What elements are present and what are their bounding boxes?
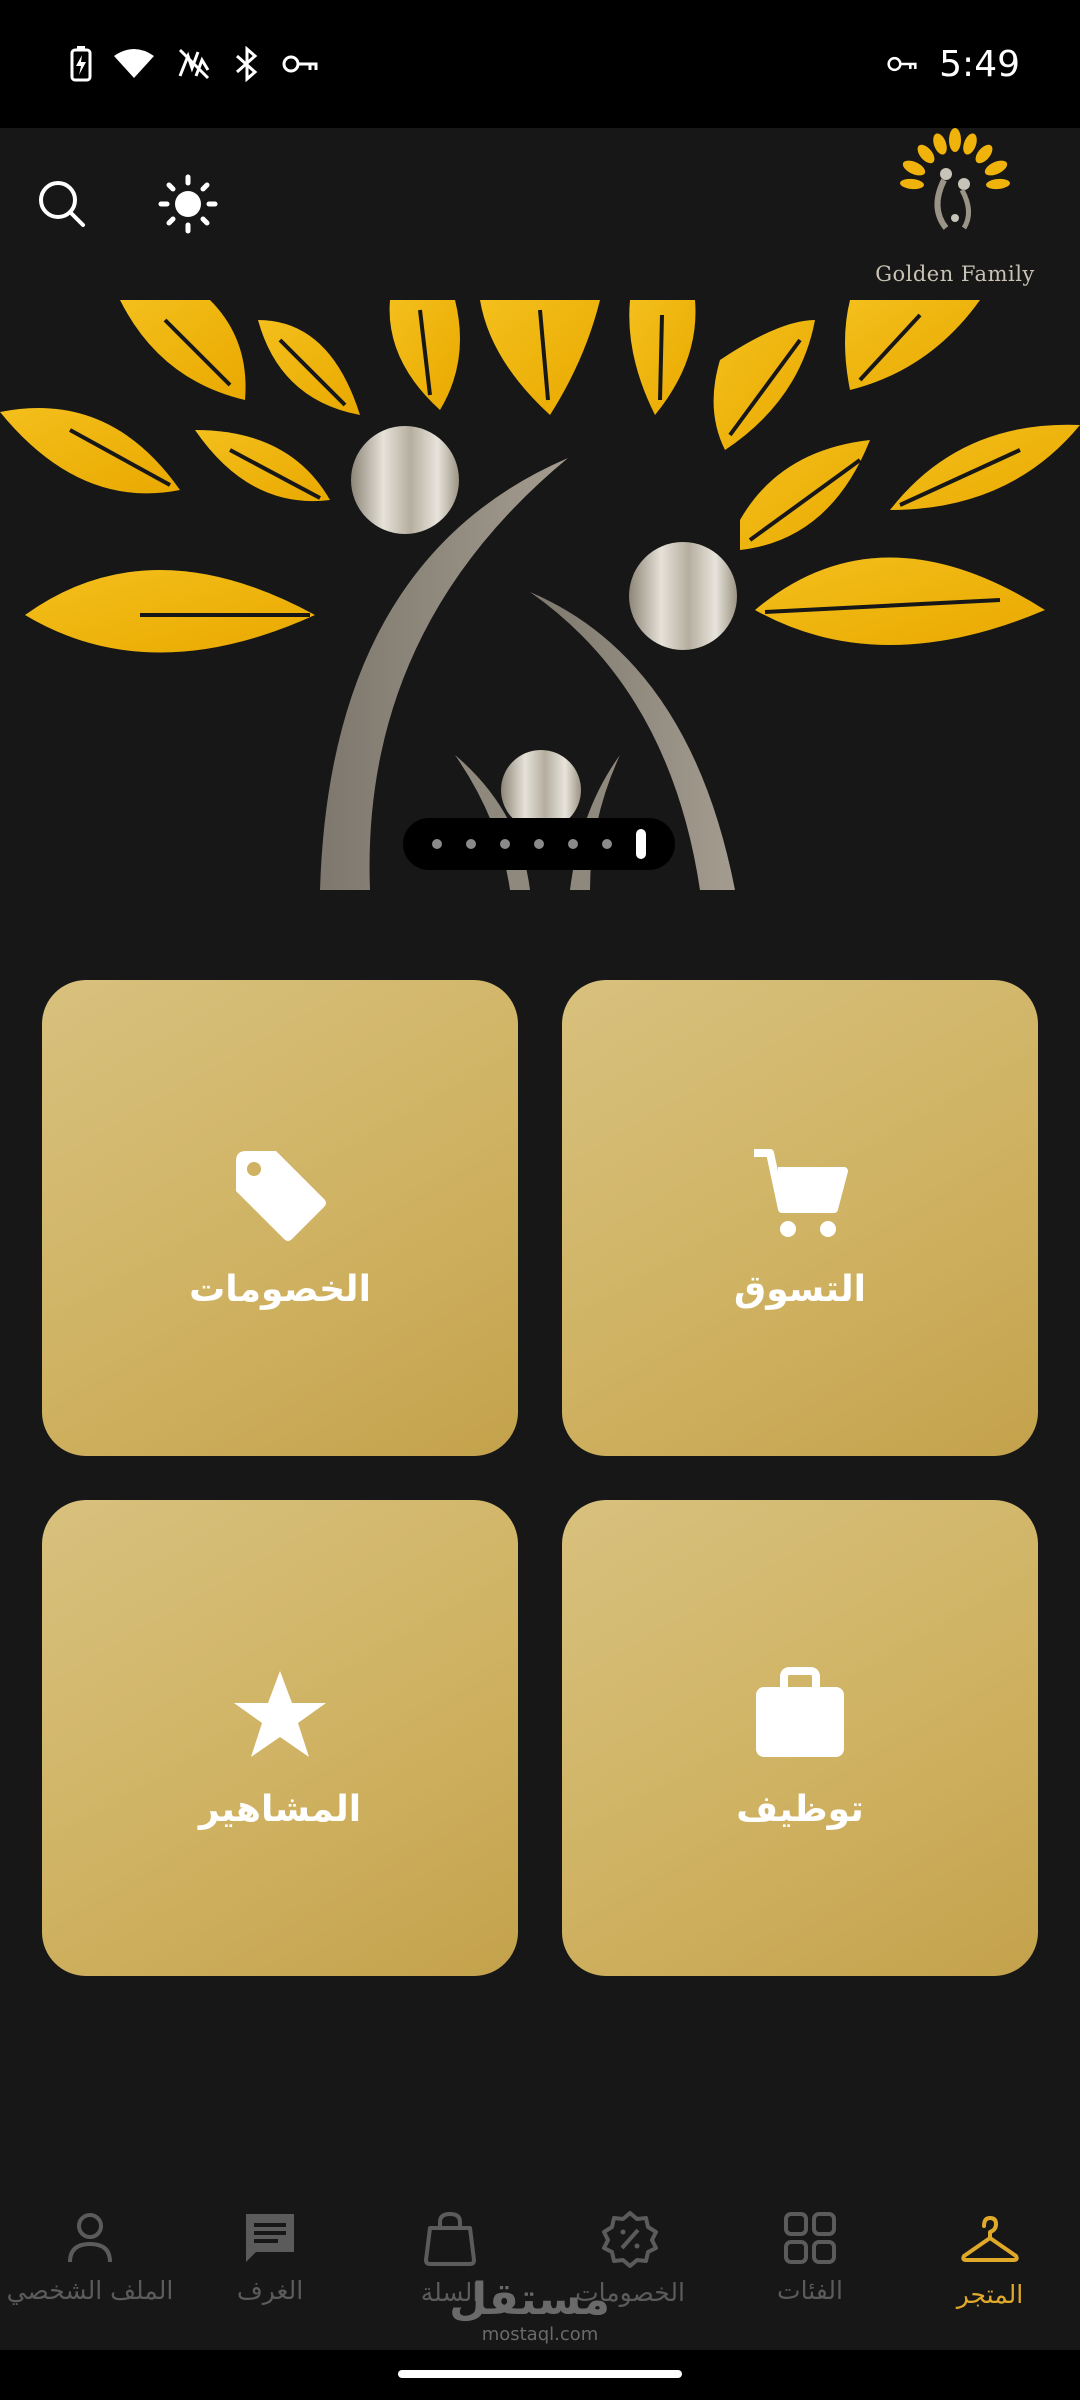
theme-sun-icon bbox=[158, 174, 218, 234]
vpn-key-icon bbox=[282, 55, 318, 73]
grid-icon bbox=[784, 2212, 836, 2264]
tile-label: المشاهير bbox=[198, 1788, 362, 1830]
bluetooth-icon bbox=[236, 46, 258, 82]
nav-label: المتجر bbox=[956, 2280, 1024, 2309]
golden-family-logo: Golden Family bbox=[870, 128, 1040, 288]
percent-badge-icon bbox=[602, 2211, 658, 2268]
tile-shopping[interactable]: التسوق bbox=[562, 980, 1038, 1456]
tile-label: التسوق bbox=[734, 1268, 866, 1310]
nav-item-rooms[interactable]: الغرف bbox=[180, 2210, 360, 2320]
chat-icon bbox=[246, 2214, 294, 2262]
page-dot[interactable] bbox=[466, 839, 476, 849]
nav-label: الفئات bbox=[777, 2276, 843, 2305]
vpn-key-icon bbox=[887, 56, 917, 72]
home-gesture-handle[interactable] bbox=[398, 2370, 682, 2378]
theme-toggle-button[interactable] bbox=[152, 168, 224, 240]
search-button[interactable] bbox=[26, 168, 98, 240]
page-dot[interactable] bbox=[500, 839, 510, 849]
mostaql-watermark: مستقل mostaql.com bbox=[449, 2274, 610, 2346]
tile-jobs[interactable]: توظيف bbox=[562, 1500, 1038, 1976]
watermark-main: مستقل bbox=[449, 2274, 610, 2325]
battery-charging-icon bbox=[70, 46, 92, 82]
page-dot[interactable] bbox=[602, 839, 612, 849]
watermark-sub: mostaql.com bbox=[481, 2324, 599, 2345]
logo-text: Golden Family bbox=[875, 262, 1035, 286]
tile-celebrities[interactable]: المشاهير bbox=[42, 1500, 518, 1976]
tile-label: توظيف bbox=[736, 1788, 864, 1830]
search-icon bbox=[39, 181, 85, 227]
nav-item-store[interactable]: المتجر bbox=[900, 2210, 1080, 2320]
page-dot[interactable] bbox=[432, 839, 442, 849]
gesture-navigation-bar bbox=[0, 2350, 1080, 2400]
nav-label: الملف الشخصي bbox=[6, 2276, 174, 2305]
tree-logo-icon bbox=[900, 128, 1010, 230]
status-right: 5:49 bbox=[887, 36, 1020, 92]
tag-icon bbox=[236, 1150, 326, 1241]
status-icons bbox=[70, 40, 318, 88]
golden-tree-banner-image bbox=[0, 300, 1080, 890]
wifi-icon bbox=[114, 49, 154, 78]
person-icon bbox=[68, 2213, 112, 2263]
data-saver-off-icon bbox=[178, 48, 210, 80]
tile-discounts[interactable]: الخصومات bbox=[42, 980, 518, 1456]
page-dot[interactable] bbox=[534, 839, 544, 849]
nav-item-profile[interactable]: الملف الشخصي bbox=[0, 2210, 180, 2320]
star-icon bbox=[234, 1670, 326, 1757]
app-header: Golden Family bbox=[0, 128, 1080, 300]
clock: 5:49 bbox=[939, 43, 1020, 85]
banner-carousel[interactable] bbox=[0, 300, 1080, 890]
nav-label: الغرف bbox=[236, 2276, 304, 2305]
hanger-icon bbox=[961, 2216, 1019, 2262]
tile-label: الخصومات bbox=[189, 1268, 371, 1310]
nav-item-categories[interactable]: الفئات bbox=[720, 2210, 900, 2320]
status-bar: 5:49 bbox=[0, 0, 1080, 128]
carousel-page-indicator[interactable] bbox=[403, 818, 675, 870]
cart-icon bbox=[754, 1148, 848, 1237]
bag-icon bbox=[424, 2211, 476, 2266]
briefcase-icon bbox=[756, 1666, 844, 1757]
page-dot[interactable] bbox=[568, 839, 578, 849]
page-dot-active[interactable] bbox=[636, 829, 646, 859]
